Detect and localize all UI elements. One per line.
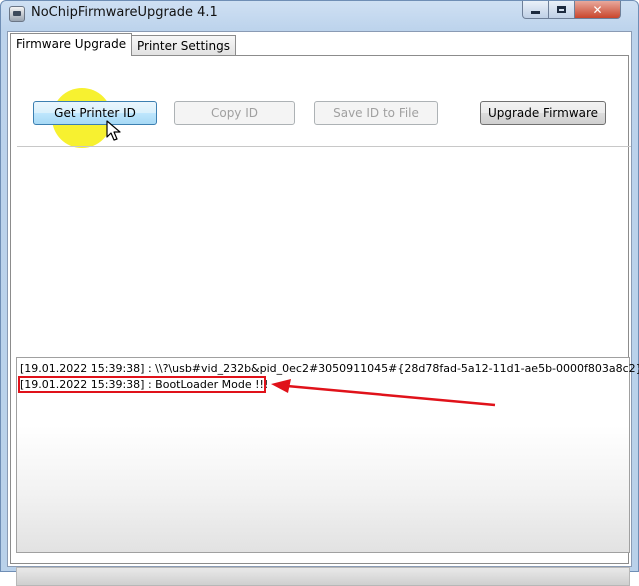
window-title: NoChipFirmwareUpgrade 4.1 xyxy=(31,5,218,20)
maximize-button[interactable] xyxy=(548,1,575,19)
copy-id-button[interactable]: Copy ID xyxy=(174,101,295,125)
tab-printer-settings[interactable]: Printer Settings xyxy=(131,35,236,56)
upgrade-firmware-button[interactable]: Upgrade Firmware xyxy=(480,101,606,125)
annotation-highlight-box xyxy=(18,376,266,393)
minimize-button[interactable] xyxy=(522,1,549,19)
minimize-icon xyxy=(531,10,540,14)
status-bar xyxy=(16,567,630,586)
annotation-arrow-icon xyxy=(271,379,496,407)
close-icon: ✕ xyxy=(592,2,603,17)
close-button[interactable]: ✕ xyxy=(574,1,621,19)
title-bar[interactable]: NoChipFirmwareUpgrade 4.1 ✕ xyxy=(1,1,638,27)
client-area: Firmware Upgrade Printer Settings Get Pr… xyxy=(7,31,639,586)
log-output[interactable]: [19.01.2022 15:39:38] : \\?\usb#vid_232b… xyxy=(16,357,639,553)
maximize-icon xyxy=(557,6,566,13)
save-id-to-file-button[interactable]: Save ID to File xyxy=(314,101,438,125)
get-printer-id-button[interactable]: Get Printer ID xyxy=(33,101,157,125)
tab-firmware-upgrade[interactable]: Firmware Upgrade xyxy=(10,33,133,56)
firmware-upgrade-panel: Get Printer ID Copy ID Save ID to File U… xyxy=(10,55,639,586)
app-icon xyxy=(9,6,25,22)
toolbar-separator xyxy=(17,146,631,147)
mouse-pointer-icon xyxy=(106,120,121,141)
app-window: NoChipFirmwareUpgrade 4.1 ✕ Firmware Upg… xyxy=(0,0,639,586)
